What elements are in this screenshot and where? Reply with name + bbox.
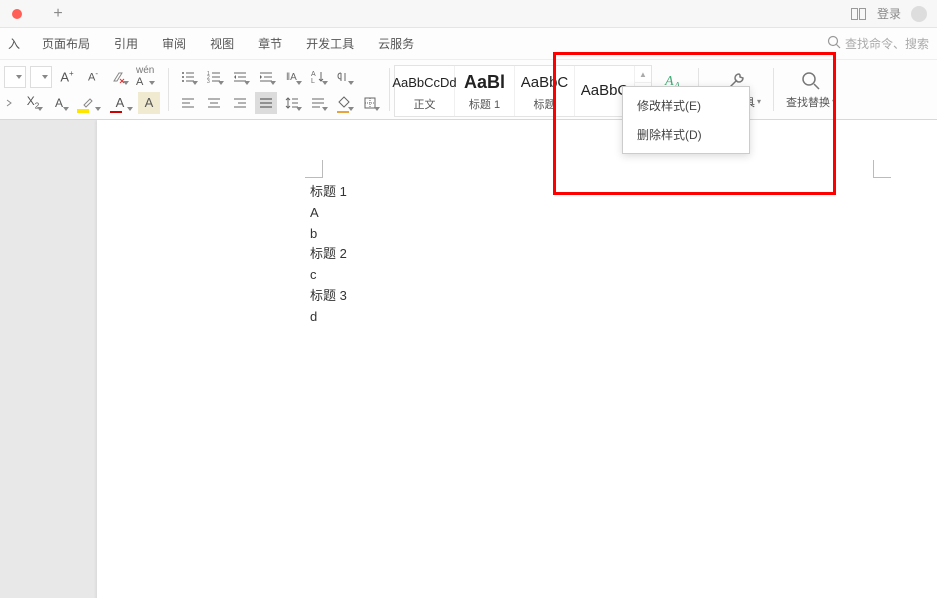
margin-corner-icon — [873, 160, 891, 178]
distribute-button[interactable] — [307, 92, 329, 114]
search-icon[interactable] — [827, 35, 841, 52]
style-scroll-up[interactable]: ▲ — [635, 66, 651, 83]
borders-button[interactable] — [359, 92, 381, 114]
doc-line[interactable]: d — [310, 307, 870, 328]
page[interactable]: 标题 1 A b 标题 2 c 标题 3 d — [97, 120, 937, 598]
menu-references[interactable]: 引用 — [102, 29, 150, 58]
style-label: 标题 — [534, 96, 556, 112]
subscript-button[interactable]: X2 — [22, 92, 44, 114]
menu-chapters[interactable]: 章节 — [246, 29, 294, 58]
styles-gallery: AaBbCcDd 正文 AaBl 标题 1 AaBbC 标题 AaBbC ▲ ▼… — [394, 65, 652, 117]
align-right-button[interactable] — [229, 92, 251, 114]
menu-bar: 入 页面布局 引用 审阅 视图 章节 开发工具 云服务 查找命令、搜索 — [0, 28, 937, 60]
find-replace-button[interactable]: 查找替换▾ — [778, 62, 844, 117]
workspace: 标题 1 A b 标题 2 c 标题 3 d — [0, 120, 937, 598]
svg-text:A: A — [311, 71, 316, 78]
search-hint[interactable]: 查找命令、搜索 — [845, 35, 929, 52]
style-preview: AaBbCcDd — [392, 70, 456, 94]
titlebar-right: 登录 — [851, 5, 931, 22]
margin-corner-icon — [305, 160, 323, 178]
paragraph-group: 123 ‖A AL — [173, 62, 385, 117]
style-preview: AaBl — [464, 70, 505, 94]
text-direction-button[interactable]: ‖A — [281, 66, 303, 88]
style-preview: AaBbC — [521, 70, 569, 94]
document-body[interactable]: 标题 1 A b 标题 2 c 标题 3 d — [310, 182, 870, 328]
cut-left-icon[interactable] — [4, 92, 18, 114]
line-spacing-button[interactable] — [281, 92, 303, 114]
menu-dev-tools[interactable]: 开发工具 — [294, 29, 366, 58]
menu-insert[interactable]: 入 — [4, 29, 30, 58]
highlight-button[interactable] — [74, 92, 102, 114]
font-color-button[interactable]: A — [106, 92, 134, 114]
doc-line[interactable]: 标题 2 — [310, 244, 870, 265]
delete-style-item[interactable]: 删除样式(D) — [623, 120, 749, 149]
doc-line[interactable]: A — [310, 203, 870, 224]
svg-text:3: 3 — [207, 79, 210, 83]
change-case-button[interactable]: A — [48, 92, 70, 114]
login-link[interactable]: 登录 — [877, 5, 901, 22]
find-replace-label: 查找替换 — [786, 94, 830, 110]
style-heading[interactable]: AaBbC 标题 — [515, 66, 575, 116]
title-bar: + 登录 — [0, 0, 937, 28]
menu-cloud[interactable]: 云服务 — [366, 29, 426, 58]
shading-button[interactable] — [333, 92, 355, 114]
doc-line[interactable]: c — [310, 265, 870, 286]
separator — [168, 68, 169, 111]
font-size-select[interactable] — [30, 66, 52, 88]
menu-left: 入 页面布局 引用 审阅 视图 章节 开发工具 云服务 — [4, 29, 426, 58]
new-tab-button[interactable]: + — [48, 4, 68, 24]
bullet-list-button[interactable] — [177, 66, 199, 88]
separator — [773, 68, 774, 111]
close-window-icon[interactable] — [12, 9, 22, 19]
menu-review[interactable]: 审阅 — [150, 29, 198, 58]
doc-line[interactable]: b — [310, 224, 870, 245]
titlebar-left: + — [6, 4, 68, 24]
separator — [389, 68, 390, 111]
search-icon — [800, 70, 822, 92]
menu-view[interactable]: 视图 — [198, 29, 246, 58]
style-label: 正文 — [414, 96, 436, 112]
decrease-font-button[interactable]: A- — [82, 66, 104, 88]
window-mode-icon[interactable] — [851, 8, 867, 20]
align-justify-button[interactable] — [255, 92, 277, 114]
font-name-select[interactable] — [4, 66, 26, 88]
increase-indent-button[interactable] — [255, 66, 277, 88]
phonetic-guide-button[interactable]: wénA — [134, 66, 156, 88]
avatar-icon[interactable] — [911, 6, 927, 22]
menu-right: 查找命令、搜索 — [827, 35, 933, 52]
decrease-indent-button[interactable] — [229, 66, 251, 88]
menu-page-layout[interactable]: 页面布局 — [30, 29, 102, 58]
style-heading1[interactable]: AaBl 标题 1 — [455, 66, 515, 116]
align-center-button[interactable] — [203, 92, 225, 114]
char-shading-button[interactable]: A — [138, 92, 160, 114]
style-normal[interactable]: AaBbCcDd 正文 — [395, 66, 455, 116]
increase-font-button[interactable]: A+ — [56, 66, 78, 88]
doc-line[interactable]: 标题 1 — [310, 182, 870, 203]
style-label: 标题 1 — [469, 96, 500, 112]
align-left-button[interactable] — [177, 92, 199, 114]
doc-line[interactable]: 标题 3 — [310, 286, 870, 307]
font-group: A+ A- wénA X2 A A A — [0, 62, 164, 117]
modify-style-item[interactable]: 修改样式(E) — [623, 91, 749, 120]
number-list-button[interactable]: 123 — [203, 66, 225, 88]
show-marks-button[interactable] — [333, 66, 355, 88]
toolbar: A+ A- wénA X2 A A A — [0, 60, 937, 120]
svg-text:‖A: ‖A — [286, 72, 297, 83]
sort-button[interactable]: AL — [307, 66, 329, 88]
style-context-menu: 修改样式(E) 删除样式(D) — [622, 86, 750, 154]
svg-text:L: L — [311, 78, 315, 84]
clear-format-button[interactable] — [108, 66, 130, 88]
